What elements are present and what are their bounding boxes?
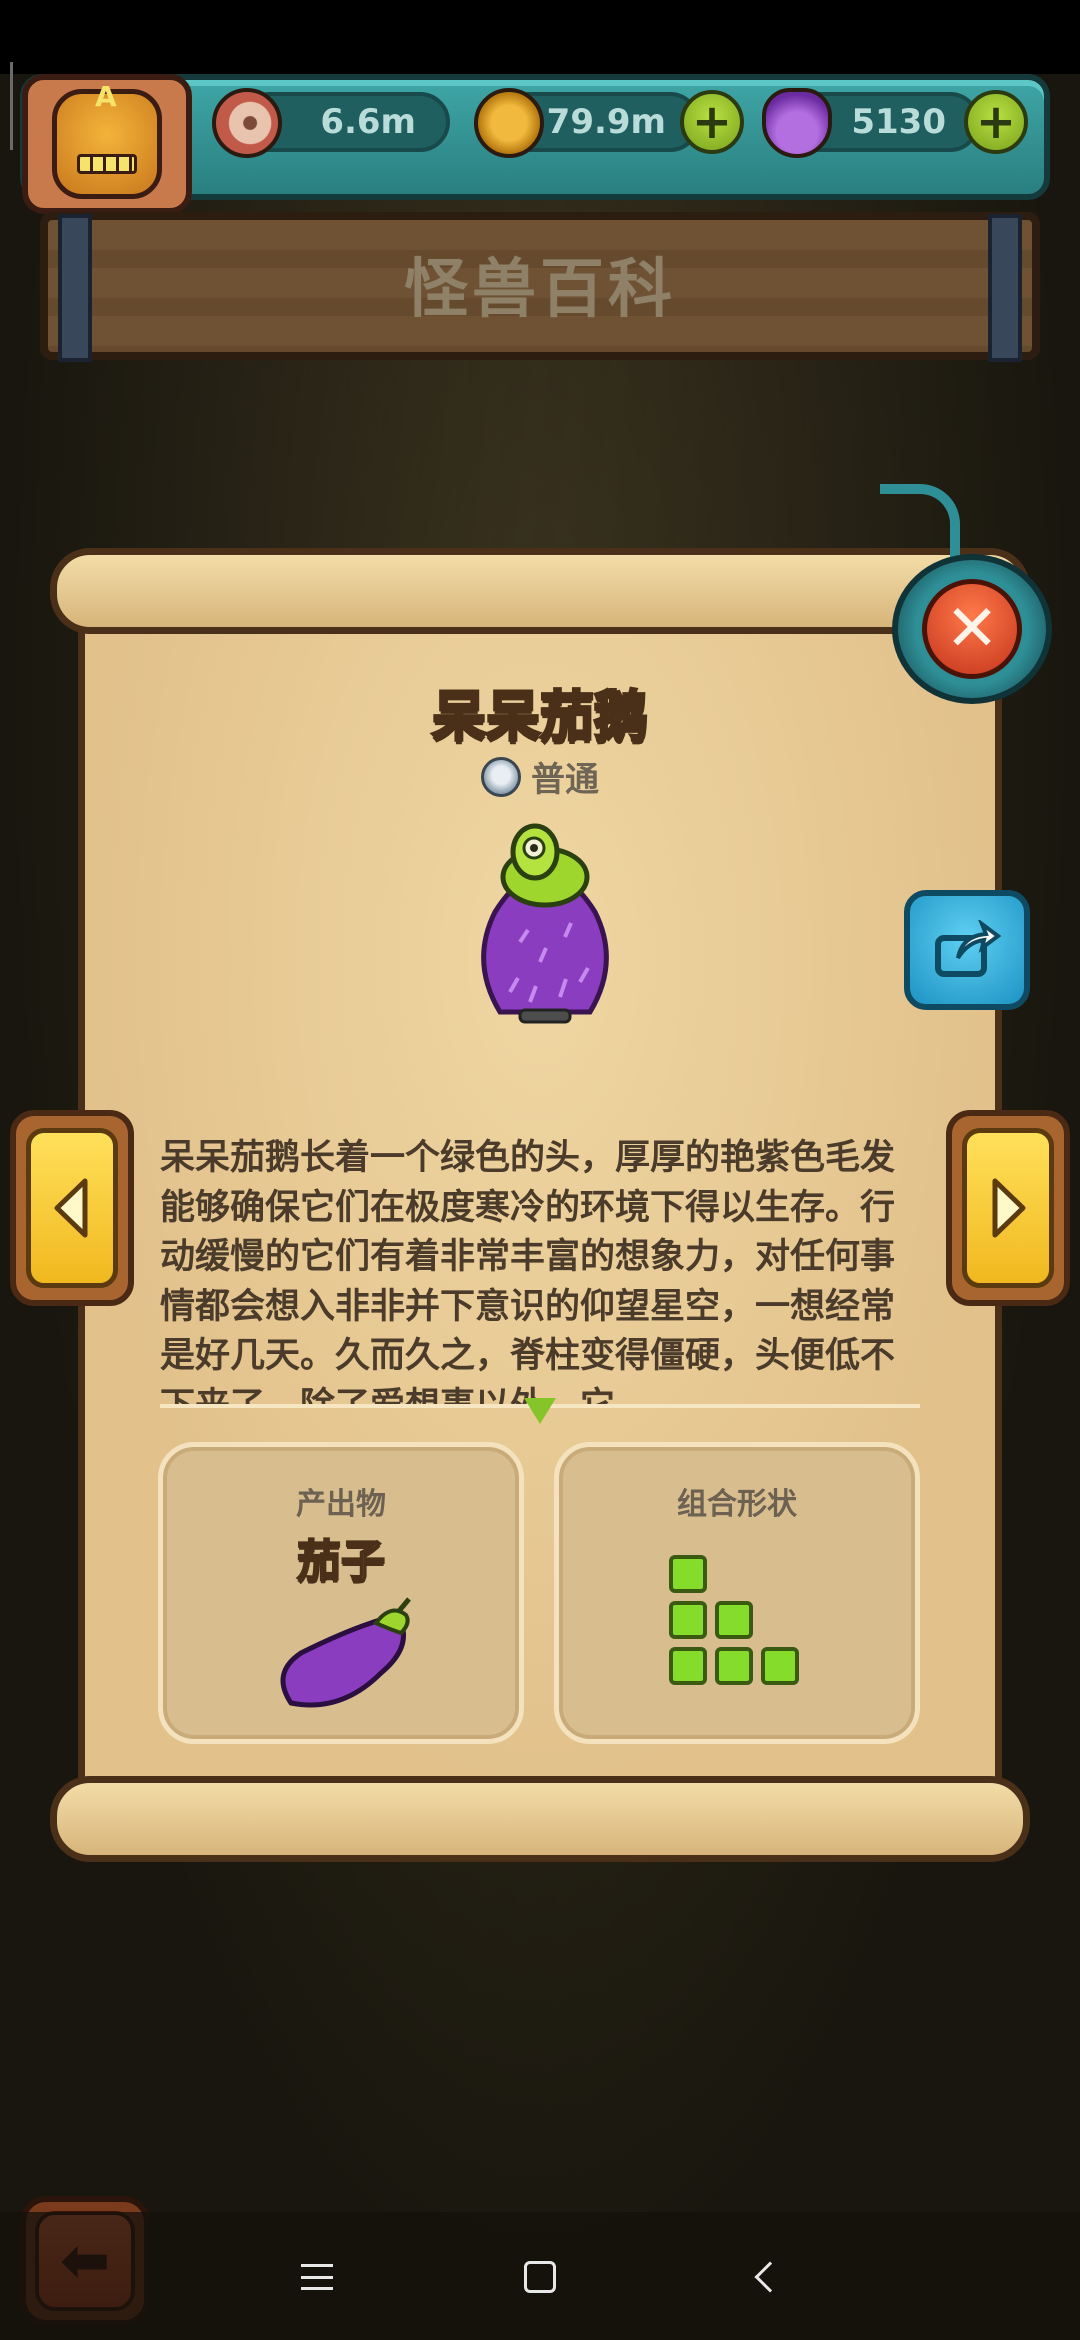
shape-cell (715, 1601, 753, 1639)
rarity-label: 普通 (531, 760, 599, 800)
close-icon: ✕ (922, 579, 1022, 679)
rarity-row: 普通 (78, 752, 1002, 801)
shape-cell (669, 1601, 707, 1639)
product-card-title: 产出物 (296, 1487, 386, 1522)
chevron-left-icon (754, 2261, 786, 2293)
shape-card-title: 组合形状 (677, 1487, 797, 1522)
recent-apps-button[interactable] (282, 2242, 352, 2312)
system-back-button[interactable] (730, 2242, 800, 2312)
combination-shape-grid (669, 1555, 819, 1705)
product-name: 茄子 (296, 1535, 386, 1588)
status-indicator (10, 62, 13, 150)
coin-icon (474, 88, 544, 158)
add-coins-button[interactable]: + (680, 90, 744, 154)
add-potions-button[interactable]: + (964, 90, 1028, 154)
share-button[interactable] (904, 890, 1030, 1010)
avatar-monster-face: A (52, 80, 162, 199)
eggplant-icon (280, 1597, 411, 1708)
coin-amount: 79.9m (546, 102, 666, 142)
avatar-teeth (77, 154, 137, 174)
rarity-skull-icon (481, 756, 521, 797)
potion-icon (762, 88, 832, 158)
shape-cell (715, 1647, 753, 1685)
monster-eggplant-goose-image (481, 823, 609, 1024)
arrow-left-icon (54, 1178, 88, 1238)
potion-amount: 5130 (851, 102, 946, 142)
product-card: 产出物 茄子 (158, 1442, 524, 1744)
shape-cell (669, 1647, 707, 1685)
home-button[interactable] (505, 2242, 575, 2312)
share-icon (935, 920, 1002, 977)
arrow-right-icon (992, 1178, 1026, 1238)
close-button-antenna (880, 484, 960, 564)
player-avatar[interactable]: A (22, 74, 192, 214)
home-icon (524, 2261, 556, 2293)
menu-icon (301, 2264, 333, 2290)
monster-description: 呆呆茄鹅长着一个绿色的头，厚厚的艳紫色毛发能够确保它们在极度寒冷的环境下得以生存… (160, 1138, 896, 1408)
page-title: 怪兽百科 (404, 253, 676, 327)
previous-monster-button[interactable] (10, 1110, 134, 1306)
scroll-bottom-roll (50, 1776, 1030, 1862)
shape-cell (761, 1647, 799, 1685)
eyeball-icon (212, 88, 282, 158)
shape-cell (669, 1555, 707, 1593)
status-bar (0, 0, 1080, 74)
next-monster-button[interactable] (946, 1110, 1070, 1306)
monster-name: 呆呆茄鹅 (431, 684, 650, 750)
plus-icon: + (975, 94, 1017, 150)
monster-description-scroll[interactable]: 呆呆茄鹅长着一个绿色的头，厚厚的艳紫色毛发能够确保它们在极度寒冷的环境下得以生存… (160, 1134, 920, 1408)
eye-amount: 6.6m (320, 102, 416, 142)
plus-icon: + (691, 94, 733, 150)
avatar-crest-icon: A (95, 80, 117, 113)
shape-card: 组合形状 (554, 1442, 920, 1744)
